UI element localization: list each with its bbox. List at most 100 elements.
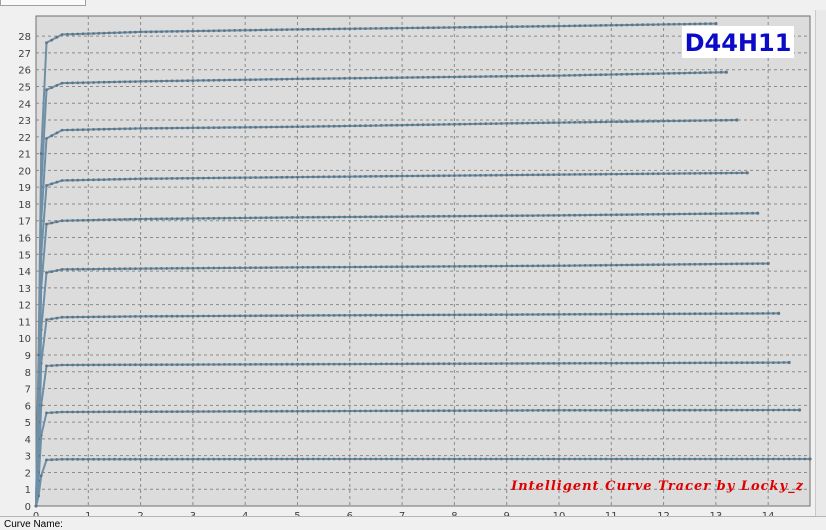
curve-point <box>500 457 503 461</box>
curve-point <box>526 313 529 316</box>
curve-point <box>698 171 702 175</box>
curve-point <box>102 457 106 461</box>
vertical-scrollbar[interactable] <box>815 10 826 516</box>
curve-point <box>573 408 577 412</box>
curve-point <box>181 176 184 180</box>
curve-point <box>369 265 373 269</box>
curve-point <box>81 410 85 414</box>
curve-point <box>170 126 174 130</box>
curve-point <box>400 457 404 461</box>
curve-point <box>500 25 503 29</box>
curve-point <box>599 73 603 77</box>
curve-point <box>322 175 325 179</box>
curve-point <box>667 263 671 266</box>
curve-point <box>672 172 676 176</box>
curve-point <box>630 23 634 27</box>
curve-point <box>86 128 90 131</box>
curve-point <box>86 363 90 367</box>
curve-point <box>254 266 257 270</box>
curve-point <box>275 216 278 220</box>
curve-point <box>264 28 268 32</box>
curve-point <box>437 214 441 218</box>
curve-point <box>66 410 69 414</box>
curve-point <box>458 362 461 366</box>
curve-point <box>50 86 54 89</box>
curve-point <box>400 215 404 219</box>
curve-point <box>625 312 629 316</box>
curve-point <box>745 408 749 412</box>
curve-point <box>207 79 211 82</box>
curve-point <box>515 409 519 412</box>
curve-point <box>348 409 352 413</box>
curve-point <box>296 77 299 81</box>
curve-point <box>285 266 289 269</box>
curve-point <box>505 173 509 177</box>
curve-point <box>615 457 618 461</box>
curve-point <box>458 457 461 461</box>
curve-point <box>704 212 707 216</box>
curve-point <box>442 75 446 79</box>
curve-point <box>144 177 148 181</box>
curve-point <box>531 74 535 78</box>
curve-point <box>688 361 692 365</box>
curve-point <box>515 74 519 78</box>
curve-point <box>521 409 524 412</box>
curve-point <box>160 217 163 221</box>
curve-point <box>385 409 388 413</box>
curve-point <box>175 79 179 83</box>
curve-point <box>290 457 294 461</box>
curve-point <box>134 457 137 461</box>
curve-point <box>92 315 95 319</box>
curve-point <box>285 125 289 129</box>
curve-point <box>55 363 59 367</box>
curve-point <box>432 174 435 178</box>
curve-point <box>463 122 467 126</box>
curve-point <box>662 119 665 123</box>
curve-point <box>515 362 519 365</box>
curve-point <box>604 23 608 27</box>
curve-point <box>730 312 733 315</box>
curve-point <box>118 127 122 131</box>
curve-point <box>756 312 760 315</box>
curve-point <box>160 177 163 181</box>
curve-point <box>651 263 655 267</box>
curve-point <box>160 457 163 461</box>
curve-point <box>473 313 477 317</box>
curve-point <box>405 457 409 461</box>
curve-point <box>301 362 305 366</box>
curve-point <box>181 266 184 270</box>
curve-point <box>81 457 85 461</box>
curve-point <box>683 71 686 75</box>
curve-point <box>751 312 754 315</box>
curve-point <box>709 457 712 461</box>
curve-point <box>264 314 268 318</box>
curve-point <box>254 314 257 318</box>
curve-point <box>479 409 482 412</box>
curve-point <box>66 363 69 367</box>
curve-point <box>374 313 378 317</box>
curve-point <box>735 408 739 412</box>
curve-point <box>672 22 676 26</box>
curve-point <box>740 361 744 365</box>
curve-point <box>154 363 158 367</box>
curve-point <box>688 408 692 412</box>
curve-point <box>672 119 676 123</box>
curve-point <box>71 128 74 132</box>
curve-point <box>677 263 681 266</box>
curve-point <box>76 410 80 414</box>
curve-point <box>358 313 362 317</box>
curve-point <box>170 457 174 461</box>
curve-point <box>536 74 540 78</box>
curve-point <box>280 314 284 317</box>
curve-point <box>578 312 582 316</box>
curve-point <box>599 457 603 461</box>
curve-point <box>285 216 289 219</box>
top-tab[interactable] <box>0 0 86 6</box>
curve-point <box>50 182 54 186</box>
curve-point <box>97 363 101 367</box>
curve-name-label: Curve Name: <box>4 519 63 530</box>
curve-point <box>175 457 179 461</box>
curve-point <box>557 408 561 412</box>
curve-point <box>364 265 367 269</box>
curve-point <box>552 24 556 28</box>
